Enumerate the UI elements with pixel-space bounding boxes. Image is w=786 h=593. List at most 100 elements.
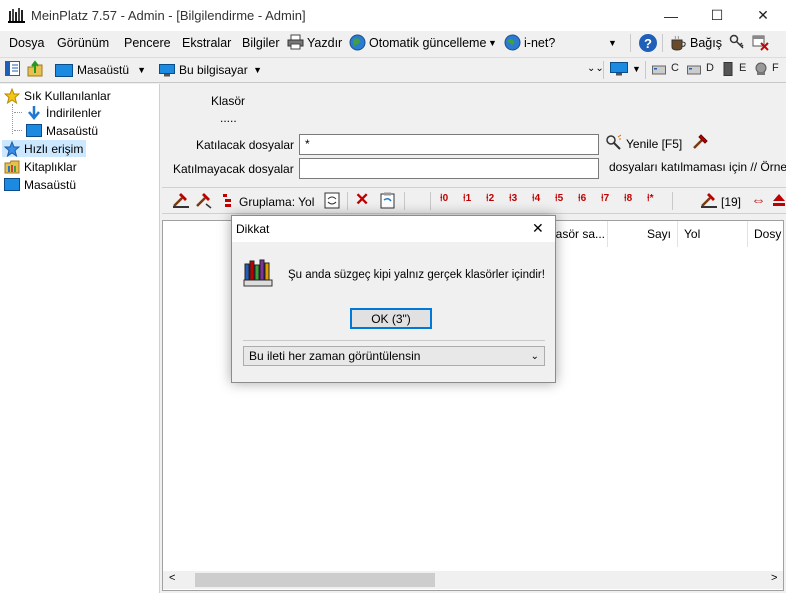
sync-icon[interactable] bbox=[324, 192, 340, 209]
sidebar-item-desktop-fav[interactable]: Masaüstü bbox=[14, 122, 158, 139]
ok-button[interactable]: OK (3") bbox=[350, 308, 432, 329]
level-8-icon[interactable]: ⍿8 bbox=[624, 193, 632, 204]
drive-d[interactable]: D bbox=[706, 62, 714, 74]
level-6-icon[interactable]: ⍿6 bbox=[578, 193, 586, 204]
column-header-folder-size[interactable]: lasör sa... bbox=[551, 221, 608, 247]
delete-window-icon[interactable] bbox=[752, 35, 769, 51]
maximize-button[interactable]: ☐ bbox=[694, 0, 740, 31]
refresh-search-icon[interactable] bbox=[605, 134, 622, 151]
star-icon bbox=[4, 87, 20, 104]
close-button[interactable]: ✕ bbox=[740, 0, 786, 31]
separator bbox=[662, 34, 663, 52]
sidebar-item-desktop[interactable]: Masaüstü bbox=[4, 176, 158, 193]
double-chevron-icon[interactable]: ⌄⌄ bbox=[587, 63, 604, 74]
sidebar-item-quick-access[interactable]: Hızlı erişim bbox=[2, 140, 86, 157]
usb-drive-icon[interactable] bbox=[754, 62, 768, 76]
level-5-icon[interactable]: ⍿5 bbox=[555, 193, 563, 204]
computer-icon bbox=[159, 63, 175, 76]
hammer-icon[interactable] bbox=[691, 134, 708, 151]
drive-icon[interactable] bbox=[652, 63, 666, 75]
coffee-cup-icon[interactable] bbox=[670, 35, 687, 51]
level-all-icon[interactable]: ⍿* bbox=[647, 193, 653, 204]
donate-menu[interactable]: Bağış bbox=[690, 36, 722, 50]
delete-icon[interactable]: ✕ bbox=[355, 190, 369, 210]
scroll-left-icon[interactable]: < bbox=[169, 572, 175, 584]
sidebar-item-label: İndirilenler bbox=[46, 105, 102, 120]
filter-count-icon[interactable] bbox=[700, 192, 718, 209]
panel-view-icon[interactable] bbox=[5, 61, 20, 76]
printer-icon[interactable] bbox=[287, 34, 304, 50]
clear-filter-icon[interactable] bbox=[172, 192, 190, 209]
filter-tool-icon[interactable] bbox=[195, 192, 212, 209]
grouping-dropdown[interactable]: Gruplama: Yol bbox=[239, 195, 314, 209]
scrollbar-thumb[interactable] bbox=[195, 573, 435, 587]
menu-pencere[interactable]: Pencere bbox=[124, 36, 171, 50]
eject-icon[interactable] bbox=[772, 193, 786, 208]
globe-update-icon[interactable] bbox=[349, 34, 366, 51]
menu-bilgiler[interactable]: Bilgiler bbox=[242, 36, 280, 50]
separator bbox=[630, 34, 631, 52]
drive-e[interactable]: E bbox=[739, 62, 746, 74]
column-header-file[interactable]: Dosy bbox=[748, 221, 783, 247]
level-2-icon[interactable]: ⍿2 bbox=[486, 193, 494, 204]
show-message-dropdown[interactable]: Bu ileti her zaman görüntülensin ⌄ bbox=[243, 346, 545, 366]
sidebar-item-favorites[interactable]: Sık Kullanılanlar bbox=[4, 87, 158, 104]
key-icon[interactable] bbox=[729, 34, 745, 50]
sidebar-item-downloads[interactable]: İndirilenler bbox=[14, 104, 158, 121]
folder-up-icon[interactable] bbox=[27, 60, 43, 77]
level-3-icon[interactable]: ⍿3 bbox=[509, 193, 517, 204]
sidebar-item-label: Hızlı erişim bbox=[24, 141, 84, 156]
column-header-path[interactable]: Yol bbox=[678, 221, 748, 247]
drive-icon[interactable] bbox=[687, 63, 701, 75]
clipboard-icon[interactable] bbox=[380, 192, 396, 209]
level-4-icon[interactable]: ⍿4 bbox=[532, 193, 540, 204]
folder-value: ..... bbox=[220, 111, 237, 125]
dialog-message: Şu anda süzgeç kipi yalnız gerçek klasör… bbox=[288, 269, 545, 281]
sidebar-item-libraries[interactable]: Kitaplıklar bbox=[4, 158, 158, 175]
sidebar-item-label: Kitaplıklar bbox=[24, 159, 77, 174]
location-label: Masaüstü bbox=[77, 63, 130, 77]
auto-update-menu[interactable]: Otomatik güncelleme bbox=[369, 36, 486, 50]
drive-c[interactable]: C bbox=[671, 62, 679, 74]
location-combo-pc[interactable]: Bu bilgisayar ▼ bbox=[156, 60, 266, 80]
chevron-down-icon[interactable]: ▼ bbox=[137, 65, 146, 75]
drive-icon[interactable] bbox=[722, 62, 734, 76]
chevron-down-icon[interactable]: ▼ bbox=[608, 38, 617, 48]
inet-menu[interactable]: i-net? bbox=[524, 36, 555, 50]
menu-gorunum[interactable]: Görünüm bbox=[57, 36, 109, 50]
dialog-title: Dikkat bbox=[236, 222, 270, 236]
level-1-icon[interactable]: ⍿1 bbox=[463, 193, 471, 204]
exclude-files-input[interactable] bbox=[299, 158, 599, 179]
sidebar-item-label: Masaüstü bbox=[46, 123, 99, 138]
column-header-count[interactable]: Sayı bbox=[608, 221, 678, 247]
scroll-right-icon[interactable]: > bbox=[771, 572, 777, 584]
menu-ekstralar[interactable]: Ekstralar bbox=[182, 36, 231, 50]
location-combo-desktop[interactable]: Masaüstü ▼ bbox=[52, 60, 150, 80]
download-icon bbox=[28, 105, 40, 120]
monitor-icon[interactable] bbox=[610, 62, 628, 76]
dialog-divider bbox=[243, 340, 545, 341]
grouping-icon bbox=[223, 194, 231, 207]
chevron-down-icon[interactable]: ▼ bbox=[488, 38, 497, 48]
refresh-button[interactable]: Yenile [F5] bbox=[626, 137, 682, 151]
sidebar-item-label: Sık Kullanılanlar bbox=[24, 88, 111, 103]
level-7-icon[interactable]: ⍿7 bbox=[601, 193, 609, 204]
swap-arrows-icon[interactable]: ⇔ bbox=[751, 192, 766, 209]
chevron-down-icon[interactable]: ▼ bbox=[632, 64, 641, 74]
minimize-button[interactable]: — bbox=[648, 0, 694, 31]
separator bbox=[603, 61, 604, 79]
globe-inet-icon[interactable] bbox=[504, 34, 521, 51]
print-menu[interactable]: Yazdır bbox=[307, 36, 342, 50]
dialog-close-button[interactable]: ✕ bbox=[532, 220, 544, 237]
warning-dialog: Dikkat ✕ Şu anda süzgeç kipi yalnız gerç… bbox=[231, 215, 556, 383]
separator bbox=[645, 61, 646, 79]
help-icon[interactable]: ? bbox=[639, 34, 657, 52]
level-0-icon[interactable]: ⍿0 bbox=[440, 193, 448, 204]
drive-f[interactable]: F bbox=[772, 62, 779, 74]
dialog-title-bar bbox=[232, 216, 555, 242]
menu-dosya[interactable]: Dosya bbox=[9, 36, 44, 50]
include-files-input[interactable]: * bbox=[299, 134, 599, 155]
separator bbox=[430, 192, 431, 210]
chevron-down-icon[interactable]: ▼ bbox=[253, 65, 262, 75]
chevron-down-icon[interactable]: ⌄ bbox=[531, 351, 539, 362]
